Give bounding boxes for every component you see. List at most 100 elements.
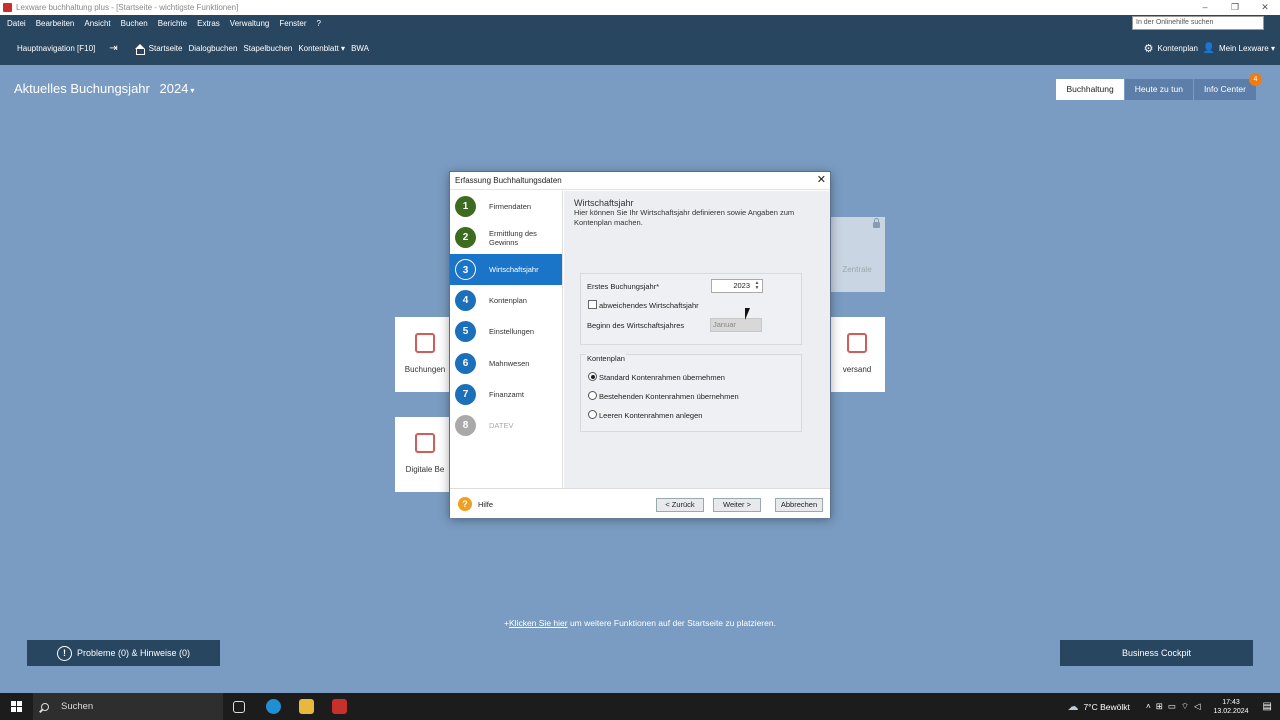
radio-standard[interactable] xyxy=(588,372,597,381)
tile-versand[interactable]: versand xyxy=(829,317,885,392)
menu-bearbeiten[interactable]: Bearbeiten xyxy=(36,19,75,28)
hint-link[interactable]: Klicken Sie hier xyxy=(509,618,568,628)
menu-ansicht[interactable]: Ansicht xyxy=(84,19,110,28)
task-view-icon[interactable] xyxy=(233,701,245,713)
section-title: Wirtschaftsjahr xyxy=(574,198,634,208)
window-title: Lexware buchhaltung plus - [Startseite -… xyxy=(16,3,239,12)
step-firmendaten[interactable]: 1 Firmendaten xyxy=(450,191,562,222)
probleme-button[interactable]: ! Probleme (0) & Hinweise (0) xyxy=(27,640,220,666)
radio-bestehend[interactable] xyxy=(588,391,597,400)
dialog-title: Erfassung Buchhaltungsdaten xyxy=(455,176,562,185)
step-wirtschaftsjahr[interactable]: 3 Wirtschaftsjahr xyxy=(450,253,562,285)
nav-startseite-label: Startseite xyxy=(148,44,183,53)
abweichend-label: abweichendes Wirtschaftsjahr xyxy=(599,301,699,310)
step-content: Wirtschaftsjahr Hier können Sie Ihr Wirt… xyxy=(564,191,830,488)
nav-kontenblatt[interactable]: Kontenblatt ▾ xyxy=(298,44,345,53)
step-label: Firmendaten xyxy=(489,202,532,212)
year-value: 2024 xyxy=(159,81,189,96)
taskbar-search[interactable]: Suchen xyxy=(33,693,223,720)
system-tray: ☁ 7°C Bewölkt ˄⊞▭⌔◁ 17:43 13.02.2024 ▤ xyxy=(1067,693,1280,720)
business-cockpit-button[interactable]: Business Cockpit xyxy=(1060,640,1253,666)
menu-extras[interactable]: Extras xyxy=(197,19,220,28)
hilfe-link[interactable]: Hilfe xyxy=(478,500,493,509)
clock[interactable]: 17:43 13.02.2024 xyxy=(1214,698,1249,716)
step-finanzamt[interactable]: 7 Finanzamt xyxy=(450,379,562,410)
user-icon: 👤 xyxy=(1202,43,1215,54)
menu-verwaltung[interactable]: Verwaltung xyxy=(230,19,270,28)
file-explorer-icon[interactable] xyxy=(299,699,314,714)
nav-dialogbuchen[interactable]: Dialogbuchen xyxy=(188,44,237,53)
nav-startseite[interactable]: Startseite xyxy=(134,43,183,55)
menu-berichte[interactable]: Berichte xyxy=(158,19,187,28)
step-number: 7 xyxy=(455,383,476,405)
dialog-titlebar: Erfassung Buchhaltungsdaten ✕ xyxy=(450,172,830,190)
windows-start-icon[interactable] xyxy=(11,701,22,712)
step-label: Kontenplan xyxy=(489,296,527,306)
step-list: 1 Firmendaten 2 Ermittlung des Gewinns 3 Wi… xyxy=(450,191,563,488)
menu-help[interactable]: ? xyxy=(317,19,321,28)
nav-kontenplan[interactable]: ⚙ Kontenplan xyxy=(1144,42,1198,55)
step-number: 8 xyxy=(455,415,476,437)
step-number: 6 xyxy=(455,352,476,374)
step-mahnwesen[interactable]: 6 Mahnwesen xyxy=(450,347,562,378)
menu-buchen[interactable]: Buchen xyxy=(121,19,148,28)
stepper-arrows-icon[interactable]: ▲ ▼ xyxy=(753,281,761,291)
tray-icons[interactable]: ˄⊞▭⌔◁ xyxy=(1146,701,1206,712)
step-ermittlung[interactable]: 2 Ermittlung des Gewinns xyxy=(450,222,562,253)
clock-time: 17:43 xyxy=(1222,698,1240,706)
nav-kontenplan-label: Kontenplan xyxy=(1157,44,1198,53)
step-number: 2 xyxy=(455,227,476,249)
tile-digitale-label: Digitale Be xyxy=(405,465,445,474)
dialog-footer: ? Hilfe < Zurück Weiter > Abbrechen xyxy=(450,488,830,518)
radio-leer[interactable] xyxy=(588,410,597,419)
next-button[interactable]: Weiter > xyxy=(713,498,761,512)
help-icon[interactable]: ? xyxy=(458,497,472,511)
lock-icon xyxy=(873,218,880,228)
step-datev: 8 DATEV xyxy=(450,410,562,441)
back-button[interactable]: < Zurück xyxy=(656,498,704,512)
maximize-button[interactable]: ❐ xyxy=(1220,0,1250,15)
chevron-down-icon: ▾ xyxy=(190,86,195,95)
lexware-app-icon[interactable] xyxy=(332,699,347,714)
minimize-button[interactable]: – xyxy=(1190,0,1220,15)
main-nav: Hauptnavigation [F10] ⇥ Startseite Dialo… xyxy=(0,32,1280,65)
warning-icon: ! xyxy=(56,645,72,661)
document-icon xyxy=(415,433,435,453)
step-kontenplan[interactable]: 4 Kontenplan xyxy=(450,285,562,316)
close-window-button[interactable]: ✕ xyxy=(1250,0,1280,15)
abweichend-checkbox[interactable] xyxy=(588,300,597,309)
nav-mein-lexware[interactable]: 👤 Mein Lexware ▾ xyxy=(1203,43,1276,54)
nav-bwa[interactable]: BWA xyxy=(351,44,369,53)
nav-stapelbuchen[interactable]: Stapelbuchen xyxy=(243,44,292,53)
step-label: Ermittlung des Gewinns xyxy=(489,228,537,247)
step-einstellungen[interactable]: 5 Einstellungen xyxy=(450,316,562,347)
tile-buchungen[interactable]: Buchungen xyxy=(395,317,455,392)
tile-zentrale[interactable]: Zentrale xyxy=(829,217,885,292)
mail-icon xyxy=(847,333,867,353)
step-number: 5 xyxy=(455,321,476,343)
wirtschaftsjahr-group: Erstes Buchungsjahr* 2023 ▲ ▼ abweichendes… xyxy=(580,273,802,345)
radio-bestehend-label: Bestehenden Kontenrahmen übernehmen xyxy=(599,392,739,401)
help-search-input[interactable]: In der Onlinehilfe suchen xyxy=(1132,16,1264,30)
hauptnavigation-button[interactable]: Hauptnavigation [F10] xyxy=(17,44,95,53)
tab-info-center[interactable]: Info Center 4 xyxy=(1193,73,1262,100)
tab-buchhaltung[interactable]: Buchhaltung xyxy=(1056,79,1124,100)
pin-icon[interactable]: ⇥ xyxy=(109,43,117,54)
weather-text[interactable]: 7°C Bewölkt xyxy=(1083,702,1129,712)
kontenplan-group-label: Kontenplan xyxy=(586,354,626,363)
tile-digitale[interactable]: Digitale Be xyxy=(395,417,455,492)
menu-datei[interactable]: Datei xyxy=(7,19,26,28)
notification-icon[interactable]: ▤ xyxy=(1263,701,1272,712)
year-label: Aktuelles Buchungsjahr xyxy=(14,81,150,96)
cancel-button[interactable]: Abbrechen xyxy=(775,498,823,512)
year-selector[interactable]: Aktuelles Buchungsjahr 2024 ▾ xyxy=(14,81,194,96)
kontenplan-group: Kontenplan Standard Kontenrahmen überneh… xyxy=(580,354,802,432)
edge-icon[interactable] xyxy=(266,699,281,714)
beginn-select: Januar xyxy=(710,318,762,332)
erstes-buchungsjahr-stepper[interactable]: 2023 ▲ ▼ xyxy=(711,279,763,293)
tile-buchungen-label: Buchungen xyxy=(404,365,446,374)
menu-fenster[interactable]: Fenster xyxy=(279,19,306,28)
erstes-buchungsjahr-value: 2023 xyxy=(733,281,750,290)
tab-heute-zu-tun[interactable]: Heute zu tun xyxy=(1124,79,1193,100)
close-icon[interactable]: ✕ xyxy=(817,172,826,188)
